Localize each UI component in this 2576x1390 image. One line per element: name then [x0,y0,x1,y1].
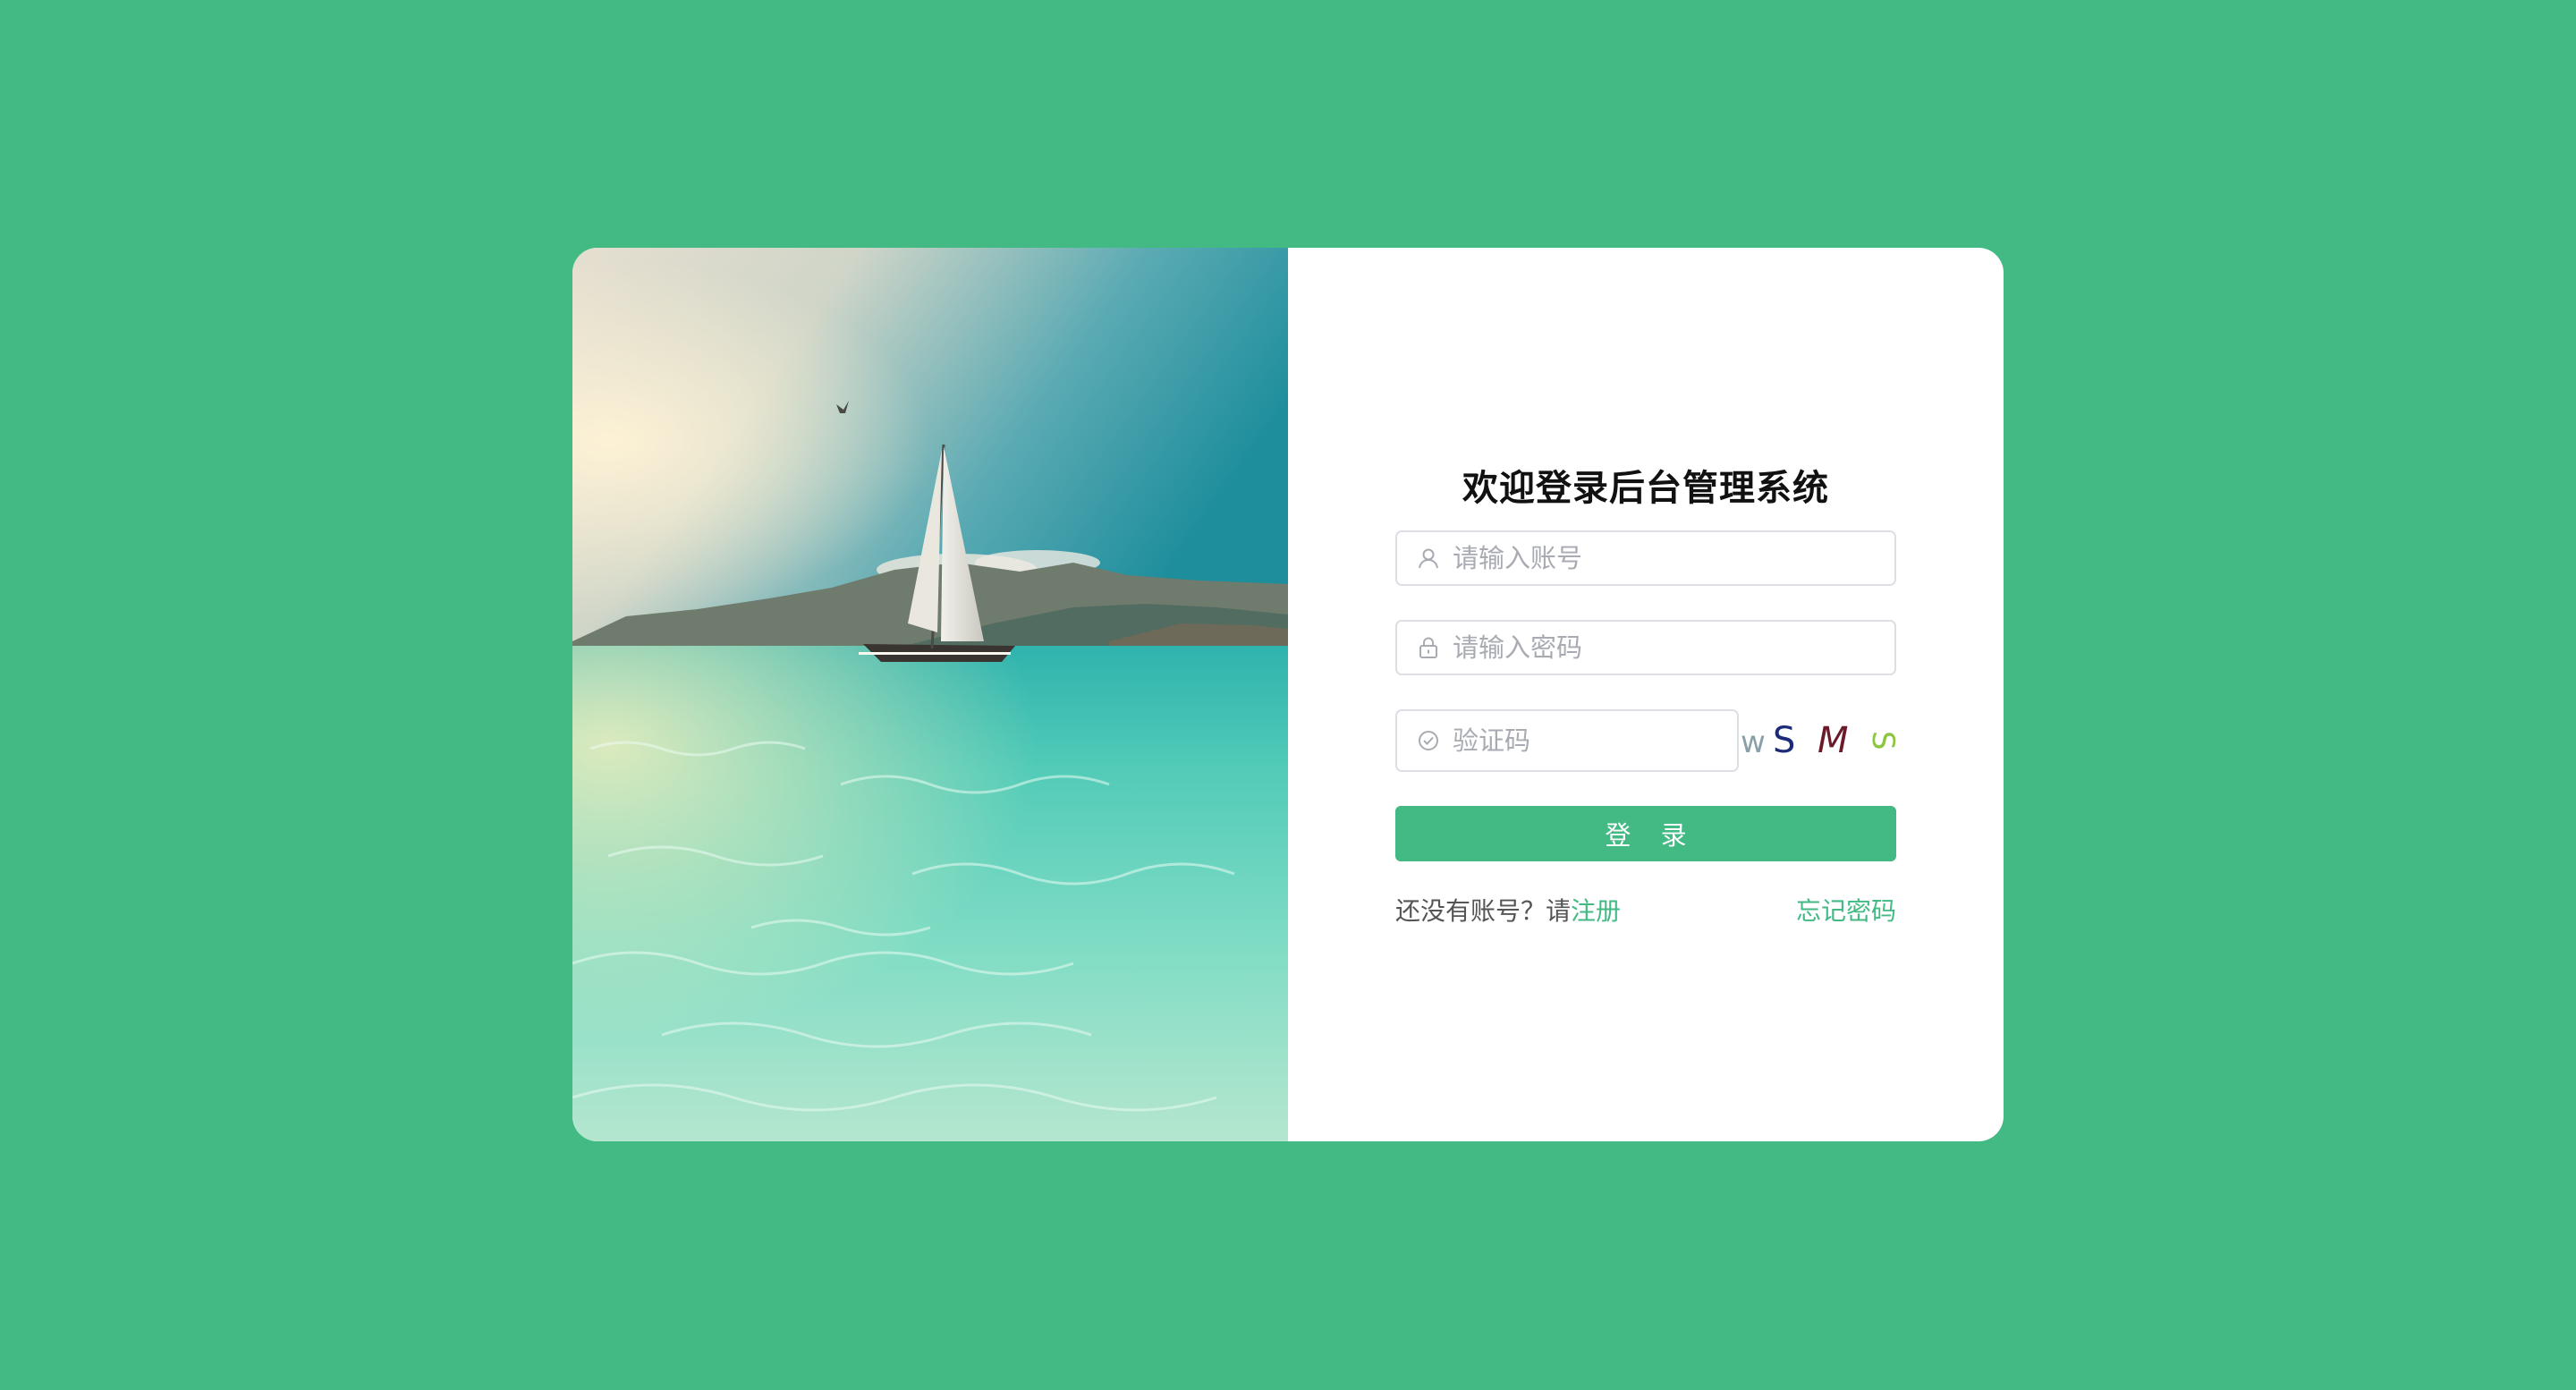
login-button[interactable]: 登 录 [1395,806,1896,861]
forgot-password-link[interactable]: 忘记密码 [1796,894,1896,929]
user-icon [1419,548,1438,569]
auth-links: 还没有账号？请注册 忘记密码 [1395,894,1896,929]
register-link[interactable]: 注册 [1571,896,1621,926]
login-card: 欢迎登录后台管理系统 w [572,248,2004,1141]
page-title: 欢迎登录后台管理系统 [1462,468,1829,509]
username-input[interactable] [1453,543,1864,573]
captcha-char-3: M [1818,720,1849,761]
check-circle-icon [1419,731,1438,750]
captcha-image[interactable]: w S M S [1741,709,1902,772]
register-prompt: 还没有账号？请注册 [1395,894,1621,929]
lock-icon [1419,637,1437,658]
captcha-field[interactable] [1395,709,1739,772]
sailboat-illustration [572,248,1288,1141]
captcha-char-1: w [1741,725,1766,760]
password-field[interactable] [1395,620,1896,675]
captcha-input[interactable] [1453,725,1721,756]
username-field[interactable] [1395,530,1896,586]
captcha-char-2: S [1773,720,1795,761]
login-panel: 欢迎登录后台管理系统 w [1288,248,2004,1141]
password-input[interactable] [1453,632,1864,663]
captcha-char-4: S [1865,731,1901,750]
no-account-text: 还没有账号？请 [1395,896,1572,926]
